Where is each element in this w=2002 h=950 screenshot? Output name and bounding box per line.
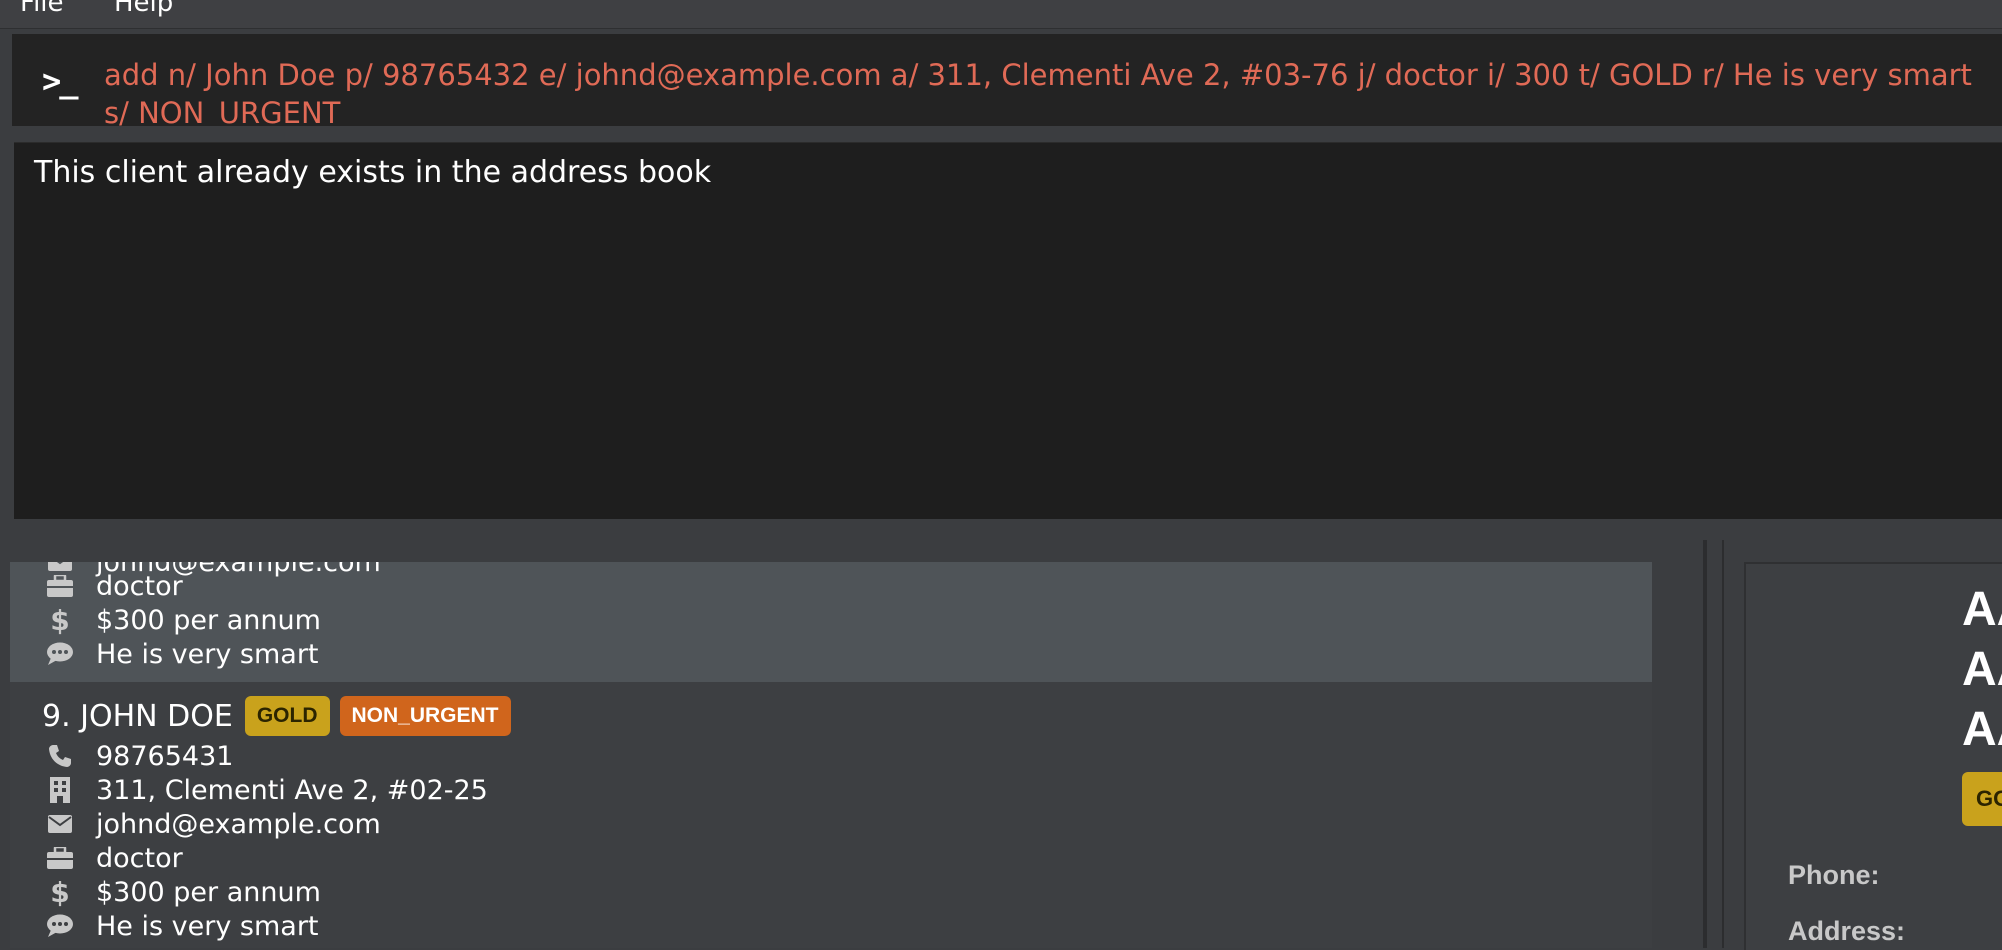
comment-icon <box>46 912 74 940</box>
card-email-row: johnd@example.com <box>46 808 381 840</box>
detail-address-label: Address: <box>1788 916 1906 946</box>
result-display: This client already exists in the addres… <box>14 142 2002 519</box>
separator <box>0 126 2002 140</box>
tier-badge: GOLD <box>244 696 330 736</box>
detail-name-line-2: AA <box>1962 643 2002 696</box>
card-remark-row: He is very smart <box>46 638 319 670</box>
card-income-row: $ $300 per annum <box>46 603 321 637</box>
building-icon <box>46 776 74 804</box>
card-income: $300 per annum <box>96 604 321 636</box>
urgency-badge: NON_URGENT <box>339 696 511 736</box>
detail-phone-label: Phone: <box>1788 860 1880 890</box>
terminal-prompt-icon: >_ <box>42 62 79 100</box>
client-detail-panel: AA AA AA GOLD Phone: Address: <box>1744 562 2002 950</box>
card-header: 9. JOHN DOE GOLD NON_URGENT <box>42 696 521 736</box>
dollar-icon: $ <box>50 603 70 637</box>
card-title: 9. JOHN DOE <box>42 698 233 734</box>
card-job-row: doctor <box>46 570 183 602</box>
phone-icon <box>46 742 74 770</box>
comment-icon <box>46 640 74 668</box>
briefcase-icon <box>46 572 74 600</box>
menu-file[interactable]: File <box>20 0 64 18</box>
card-job-row: doctor <box>46 842 183 874</box>
menu-bar: File Help <box>0 0 2002 29</box>
detail-name-line-3: AA <box>1962 703 2002 756</box>
detail-name-line-1: AA <box>1962 583 2002 636</box>
card-remark-row: He is very smart <box>46 910 319 942</box>
client-card-selected[interactable]: johnd@example.com doctor $ $300 per annu… <box>10 562 1652 682</box>
card-phone-row: 98765431 <box>46 740 233 772</box>
card-job: doctor <box>96 570 183 602</box>
card-address: 311, Clementi Ave 2, #02-25 <box>96 774 488 806</box>
client-list[interactable]: johnd@example.com doctor $ $300 per annu… <box>10 562 1652 948</box>
detail-tier-badge: GOLD <box>1962 772 2002 826</box>
card-email: johnd@example.com <box>96 808 381 840</box>
card-remark: He is very smart <box>96 638 319 670</box>
card-income-row: $ $300 per annum <box>46 875 321 909</box>
briefcase-icon <box>46 844 74 872</box>
client-card[interactable]: 9. JOHN DOE GOLD NON_URGENT 98765431 311… <box>10 682 1652 948</box>
panel-divider[interactable] <box>1703 540 1707 948</box>
envelope-icon <box>46 810 74 838</box>
command-input[interactable]: add n/ John Doe p/ 98765432 e/ johnd@exa… <box>104 56 2002 126</box>
menu-help[interactable]: Help <box>114 0 173 18</box>
dollar-icon: $ <box>50 875 70 909</box>
card-remark: He is very smart <box>96 910 319 942</box>
card-address-row: 311, Clementi Ave 2, #02-25 <box>46 774 488 806</box>
card-phone: 98765431 <box>96 740 234 772</box>
command-box[interactable]: >_ add n/ John Doe p/ 98765432 e/ johnd@… <box>12 34 2002 126</box>
result-message: This client already exists in the addres… <box>34 155 712 190</box>
card-income: $300 per annum <box>96 876 321 908</box>
card-job: doctor <box>96 842 183 874</box>
